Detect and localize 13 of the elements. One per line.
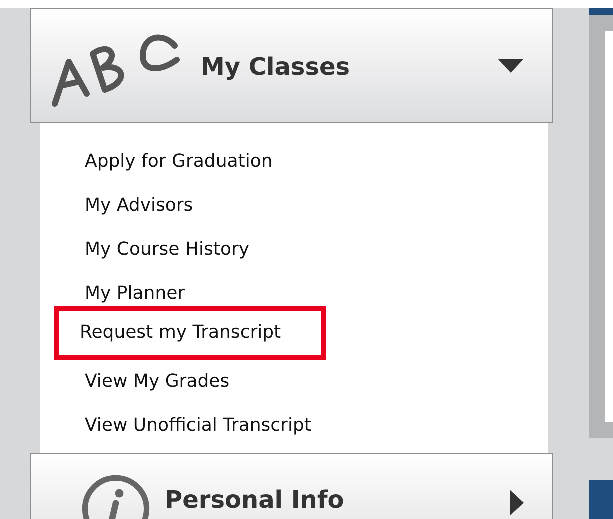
menu-link[interactable]: My Course History bbox=[74, 223, 261, 267]
section-header[interactable]: My Classes bbox=[30, 8, 553, 123]
caret-down-icon bbox=[498, 58, 524, 72]
menu-link[interactable]: Apply for Graduation bbox=[74, 135, 284, 179]
menu-link[interactable]: Request my Transcript bbox=[54, 306, 326, 360]
caret-right-icon bbox=[510, 490, 524, 516]
section-title: Personal Info bbox=[165, 486, 346, 514]
section-header[interactable]: Personal Info bbox=[30, 453, 553, 519]
top-bar bbox=[589, 8, 613, 15]
menu-link[interactable]: My Advisors bbox=[74, 179, 204, 223]
section-title: My Classes bbox=[201, 52, 352, 80]
footer-bar bbox=[589, 480, 613, 519]
menu-link[interactable]: View Unofficial Transcript bbox=[74, 399, 322, 443]
